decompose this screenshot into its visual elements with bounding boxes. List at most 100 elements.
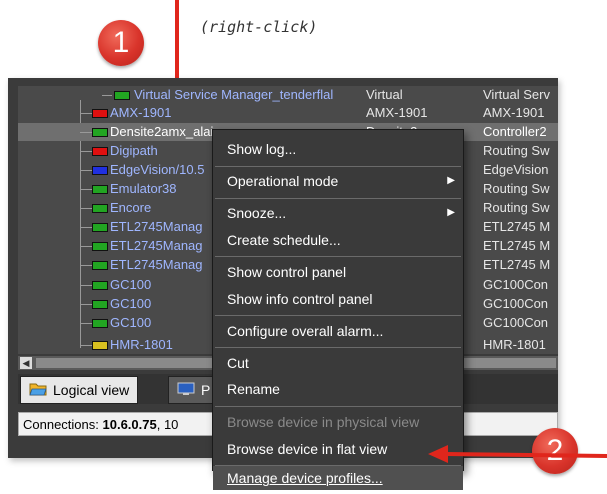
device-description: Routing Sw (483, 143, 550, 158)
tree-branch-tick (80, 345, 92, 346)
menu-separator (215, 406, 461, 407)
status-prefix: Connections: (23, 417, 103, 432)
menu-item-create-schedule[interactable]: Create schedule... (213, 227, 463, 253)
device-description: AMX-1901 (483, 105, 545, 120)
tree-branch-tick (80, 170, 92, 171)
device-name: Emulator38 (110, 181, 177, 196)
status-led-icon (92, 341, 108, 350)
tree-branch-tick (80, 304, 92, 305)
status-led-icon (92, 185, 108, 194)
device-type: AMX-1901 (366, 105, 428, 120)
tree-branch-tick (80, 246, 92, 247)
device-description: Virtual Serv (483, 87, 550, 102)
tree-branch-tick (80, 113, 92, 114)
device-name: HMR-1801 (110, 337, 173, 350)
menu-separator (215, 256, 461, 257)
menu-item-label: Create schedule... (227, 232, 341, 248)
tree-branch-tick (80, 151, 92, 152)
menu-item-label: Show control panel (227, 264, 347, 280)
menu-separator (215, 198, 461, 199)
menu-item-label: Browse device in flat view (227, 441, 388, 457)
scroll-left-icon[interactable]: ◀ (20, 357, 32, 369)
menu-item-snooze[interactable]: Snooze... ▶ (213, 200, 463, 226)
device-name: EdgeVision/10.5 (110, 162, 205, 177)
pointer-arrow-left (428, 445, 607, 463)
menu-item-operational-mode[interactable]: Operational mode ▶ (213, 168, 463, 194)
tab-logical-view[interactable]: Logical view (20, 376, 139, 404)
tree-row[interactable]: Virtual Service Manager_tenderflal Virtu… (18, 86, 558, 104)
status-led-icon (92, 300, 108, 309)
tree-branch-tick (80, 208, 92, 209)
device-description: EdgeVision (483, 162, 549, 177)
menu-item-browse-physical-view[interactable]: Browse device in physical view (213, 409, 463, 435)
device-type: Virtual (366, 87, 403, 102)
device-description: GC100Con (483, 296, 549, 311)
status-led-icon (92, 109, 108, 118)
device-name: GC100 (110, 315, 152, 330)
status-led-icon (92, 204, 108, 213)
tab-label: P (201, 382, 211, 398)
device-description: ETL2745 M (483, 219, 551, 234)
right-click-hint: (right-click) (200, 18, 318, 36)
status-led-icon (92, 281, 108, 290)
status-led-icon (92, 261, 108, 270)
tree-branch-tick (80, 323, 92, 324)
tree-branch-tick (80, 189, 92, 190)
device-name: GC100 (110, 277, 152, 292)
device-description: GC100Con (483, 277, 549, 292)
status-address: 10.6.0.75 (102, 417, 157, 432)
device-name: GC100 (110, 296, 152, 311)
menu-item-label: Show info control panel (227, 291, 373, 307)
tree-branch-tick (80, 285, 92, 286)
menu-item-cut[interactable]: Cut (213, 350, 463, 376)
menu-item-show-control-panel[interactable]: Show control panel (213, 259, 463, 285)
menu-item-label: Rename (227, 381, 280, 397)
device-description: ETL2745 M (483, 238, 551, 253)
status-led-icon (92, 166, 108, 175)
tree-branch-tick (80, 227, 92, 228)
menu-item-label: Show log... (227, 141, 297, 157)
device-name: Virtual Service Manager_tenderflal (134, 87, 334, 102)
menu-item-label: Snooze... (227, 205, 287, 221)
device-description: ETL2745 M (483, 257, 551, 272)
menu-item-show-log[interactable]: Show log... (213, 136, 463, 162)
menu-separator (215, 166, 461, 167)
device-description: Routing Sw (483, 200, 550, 215)
tree-branch-tick (80, 132, 92, 133)
submenu-arrow-icon: ▶ (447, 175, 455, 186)
context-menu: Show log... Operational mode ▶ Snooze... ▶… (212, 129, 464, 471)
device-name: Densite2amx_alai (110, 124, 214, 139)
tree-branch-tick (102, 95, 112, 96)
tree-branch-tick (80, 265, 92, 266)
menu-separator (215, 347, 461, 348)
menu-item-label: Manage device profiles... (227, 470, 383, 486)
menu-item-configure-overall-alarm[interactable]: Configure overall alarm... (213, 318, 463, 344)
status-led-icon (92, 242, 108, 251)
status-led-icon (92, 147, 108, 156)
status-led-icon (114, 91, 130, 100)
device-name: ETL2745Manag (110, 238, 203, 253)
device-description: HMR-1801 (483, 337, 546, 350)
device-description: Routing Sw (483, 181, 550, 196)
menu-item-label: Configure overall alarm... (227, 323, 384, 339)
menu-item-browse-flat-view[interactable]: Browse device in flat view (213, 436, 463, 462)
menu-item-rename[interactable]: Rename (213, 376, 463, 402)
step-1-callout: 1 (98, 20, 144, 66)
folder-icon (29, 383, 47, 396)
menu-separator (215, 315, 461, 316)
menu-item-label: Browse device in physical view (227, 414, 420, 430)
device-name: Digipath (110, 143, 158, 158)
device-name: ETL2745Manag (110, 257, 203, 272)
tab-label: Logical view (53, 382, 130, 398)
device-name: ETL2745Manag (110, 219, 203, 234)
device-description: Controller2 (483, 124, 547, 139)
monitor-icon (177, 382, 195, 395)
device-name: Encore (110, 200, 152, 215)
menu-item-show-info-control-panel[interactable]: Show info control panel (213, 286, 463, 312)
device-name: AMX-1901 (110, 105, 172, 120)
menu-item-label: Cut (227, 355, 249, 371)
device-description: GC100Con (483, 315, 549, 330)
menu-item-manage-device-profiles[interactable]: Manage device profiles... (213, 466, 463, 490)
tree-row[interactable]: AMX-1901 AMX-1901 AMX-1901 (18, 104, 558, 122)
menu-item-label: Operational mode (227, 173, 339, 189)
